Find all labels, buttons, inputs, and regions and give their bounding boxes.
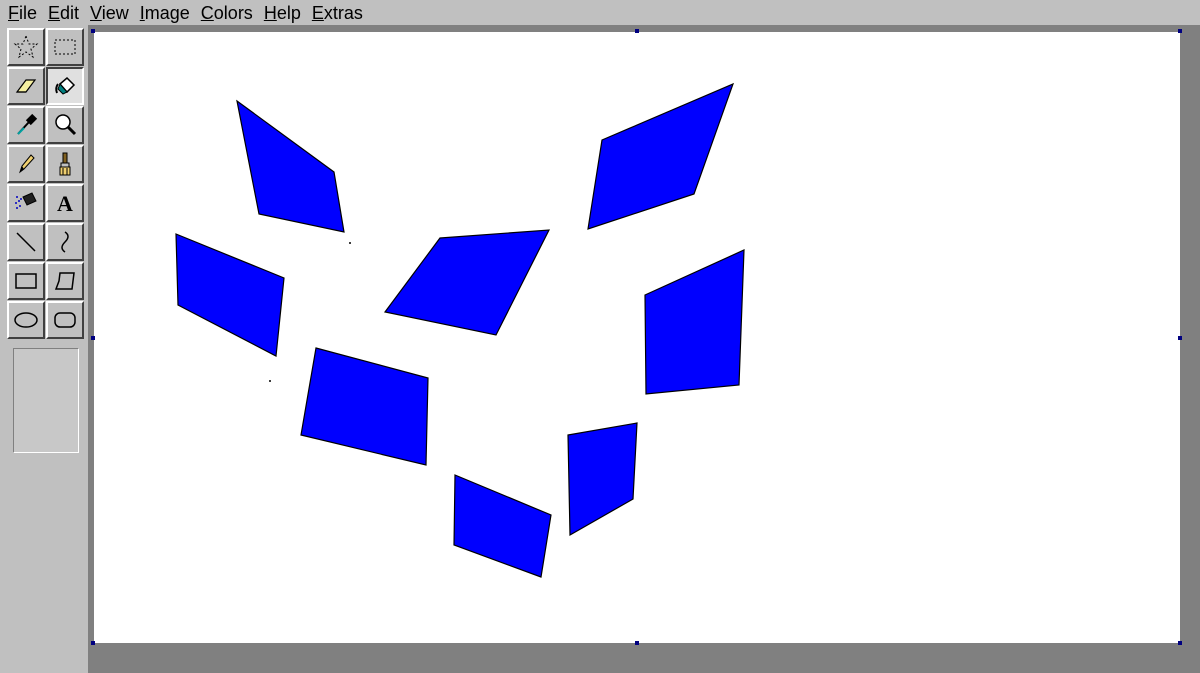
shape-quad bbox=[383, 229, 551, 336]
toolbox: A bbox=[0, 25, 89, 673]
canvas-speck bbox=[269, 380, 271, 382]
curve-icon bbox=[61, 231, 69, 253]
menu-help[interactable]: Help bbox=[264, 2, 301, 24]
fill-tool[interactable] bbox=[46, 67, 84, 105]
menu-extras[interactable]: Extras bbox=[312, 2, 363, 24]
resize-handle-top[interactable] bbox=[635, 29, 639, 33]
pencil-tool[interactable] bbox=[7, 145, 45, 183]
rounded-rect-icon bbox=[54, 312, 76, 328]
brush-icon bbox=[59, 152, 71, 176]
shape-quad bbox=[453, 474, 552, 578]
polygon-icon bbox=[54, 272, 75, 290]
resize-handle-top-right[interactable] bbox=[1178, 29, 1182, 33]
paint-bucket-icon bbox=[55, 76, 76, 95]
brush-tool[interactable] bbox=[46, 145, 84, 183]
menu-colors[interactable]: Colors bbox=[201, 2, 253, 24]
drawing-shapes bbox=[175, 82, 745, 578]
menu-image[interactable]: Image bbox=[140, 2, 190, 24]
shape-quad bbox=[175, 233, 285, 357]
resize-handle-top-left[interactable] bbox=[91, 29, 95, 33]
shape-quad bbox=[236, 99, 345, 233]
color-picker-tool[interactable] bbox=[7, 106, 45, 144]
rectangle-icon bbox=[15, 273, 37, 289]
line-icon bbox=[16, 232, 36, 252]
canvas-area bbox=[88, 25, 1200, 673]
menu-edit[interactable]: Edit bbox=[48, 2, 79, 24]
pencil-icon bbox=[19, 154, 35, 174]
eraser-icon bbox=[15, 79, 37, 93]
text-a-icon: A bbox=[57, 191, 73, 216]
eraser-tool[interactable] bbox=[7, 67, 45, 105]
ellipse-icon bbox=[14, 312, 38, 328]
line-tool[interactable] bbox=[7, 223, 45, 261]
polygon-tool[interactable] bbox=[46, 262, 84, 300]
magnifier-icon bbox=[55, 114, 77, 136]
resize-handle-bottom[interactable] bbox=[635, 641, 639, 645]
menu-bar: File Edit View Image Colors Help Extras bbox=[0, 0, 1200, 25]
shape-quad bbox=[644, 249, 745, 395]
magnifier-tool[interactable] bbox=[46, 106, 84, 144]
resize-handle-bottom-left[interactable] bbox=[91, 641, 95, 645]
resize-handle-left[interactable] bbox=[91, 336, 95, 340]
canvas-speck bbox=[349, 242, 351, 244]
drawing-canvas[interactable] bbox=[91, 29, 1182, 645]
shape-quad bbox=[567, 422, 638, 537]
resize-handle-bottom-right[interactable] bbox=[1178, 641, 1182, 645]
curve-tool[interactable] bbox=[46, 223, 84, 261]
tool-options-box[interactable] bbox=[13, 348, 79, 453]
eyedropper-icon bbox=[17, 113, 38, 135]
ellipse-tool[interactable] bbox=[7, 301, 45, 339]
text-tool[interactable]: A bbox=[46, 184, 84, 222]
svg-text:A: A bbox=[57, 191, 73, 216]
free-form-select-tool[interactable] bbox=[7, 28, 45, 66]
airbrush-tool[interactable] bbox=[7, 184, 45, 222]
rectangle-select-tool[interactable] bbox=[46, 28, 84, 66]
menu-file[interactable]: File bbox=[8, 2, 37, 24]
star-select-icon bbox=[13, 34, 39, 59]
airbrush-icon bbox=[15, 192, 37, 209]
shape-quad bbox=[587, 82, 735, 230]
resize-handle-right[interactable] bbox=[1178, 336, 1182, 340]
rectangle-tool[interactable] bbox=[7, 262, 45, 300]
shape-quad bbox=[300, 347, 429, 466]
dashed-rect-icon bbox=[54, 39, 76, 55]
rounded-rectangle-tool[interactable] bbox=[46, 301, 84, 339]
menu-view[interactable]: View bbox=[90, 2, 129, 24]
